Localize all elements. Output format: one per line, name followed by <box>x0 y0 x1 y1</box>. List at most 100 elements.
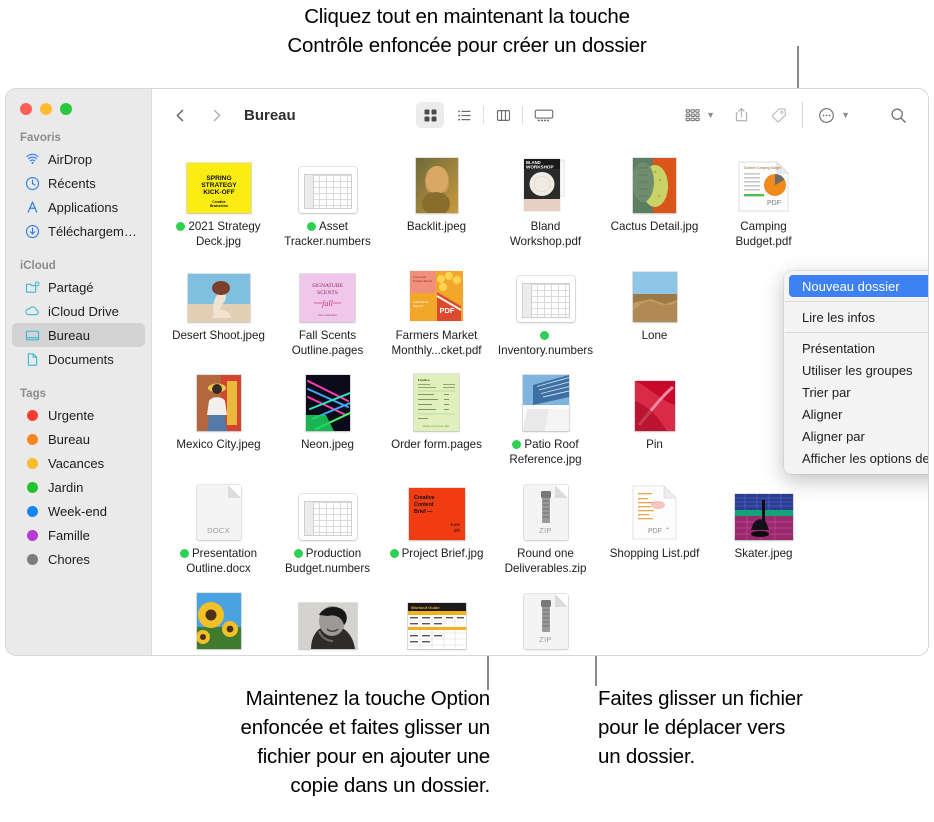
svg-text:fall: fall <box>322 299 333 308</box>
icon-view-button[interactable] <box>416 102 445 128</box>
file-item[interactable]: Production Budget.numbers <box>273 480 382 589</box>
file-item[interactable] <box>164 589 273 655</box>
tag-button[interactable] <box>765 102 793 128</box>
thumbnail: BLAND WORKSHOP <box>491 153 600 213</box>
menu-item-lire-les-infos[interactable]: Lire les infos <box>789 306 928 328</box>
sidebar-item-tag-urgente[interactable]: Urgente <box>12 403 145 427</box>
minimize-button[interactable] <box>40 103 52 115</box>
sidebar-item-documents[interactable]: Documents <box>12 347 145 371</box>
file-item[interactable]: Asset Tracker.numbers <box>273 153 382 262</box>
file-item[interactable]: DOCX Presentation Outline.docx <box>164 480 273 589</box>
chevron-down-icon[interactable]: ▼ <box>841 110 850 120</box>
maximize-button[interactable] <box>60 103 72 115</box>
finder-window: Favoris AirDrop Récents Applications Tél… <box>5 88 929 656</box>
file-item[interactable]: Summer Camping Budget PDF Camping Budget… <box>709 153 818 262</box>
svg-text:STRATEGY: STRATEGY <box>201 182 237 189</box>
file-item[interactable]: ZIP Round one Deliverables.zip <box>491 480 600 589</box>
chevron-down-icon[interactable]: ▼ <box>706 110 715 120</box>
cactus-thumbnail <box>633 158 676 213</box>
file-item[interactable]: Cactus Detail.jpg <box>600 153 709 262</box>
menu-item-nouveau-dossier[interactable]: Nouveau dossier <box>789 275 928 297</box>
file-item[interactable]: PDF + Shopping List.pdf <box>600 480 709 589</box>
file-label: Presentation Outline.docx <box>167 547 270 576</box>
menu-item-trier-par[interactable]: Trier par › <box>789 381 928 403</box>
menu-item-afficher-les-options[interactable]: Afficher les options de présentation <box>789 447 928 469</box>
file-item[interactable]: Inventory.numbers <box>491 262 600 371</box>
sidebar-section-favoris: Favoris <box>20 132 61 144</box>
gallery-view-button[interactable] <box>528 102 560 128</box>
file-item[interactable]: SPRING STRATEGY KICK-OFF Creative Brains… <box>164 153 273 262</box>
group-by-button[interactable] <box>681 102 705 128</box>
close-button[interactable] <box>20 103 32 115</box>
numbers-thumbnail <box>516 276 575 322</box>
sidebar-item-bureau[interactable]: Bureau <box>12 323 145 347</box>
sidebar-section-tags: Tags <box>20 388 46 400</box>
thumbnail <box>273 589 382 649</box>
file-item[interactable]: Creative Content Brief — June 4th Projec… <box>382 480 491 589</box>
sidebar-item-recents[interactable]: Récents <box>12 171 145 195</box>
menu-item-aligner-par[interactable]: Aligner par › <box>789 425 928 447</box>
sidebar-item-applications[interactable]: Applications <box>12 195 145 219</box>
sidebar-item-tag-jardin[interactable]: Jardin <box>12 475 145 499</box>
sidebar-item-partage[interactable]: Partagé <box>12 275 145 299</box>
file-item[interactable]: Neon.jpeg <box>273 371 382 480</box>
context-menu[interactable]: Nouveau dossier Lire les infos Présentat… <box>784 271 928 474</box>
thumbnail <box>600 589 709 649</box>
more-actions-button[interactable] <box>812 102 840 128</box>
back-button[interactable] <box>166 102 194 128</box>
file-item[interactable]: Freshco Thank you for your order Order f… <box>382 371 491 480</box>
applications-icon <box>24 199 40 215</box>
skater-thumbnail <box>734 494 793 540</box>
tag-dot-icon <box>512 440 522 449</box>
file-row: SPRING STRATEGY KICK-OFF Creative Brains… <box>152 153 928 262</box>
menu-item-aligner[interactable]: Aligner <box>789 403 928 425</box>
tag-dot-icon <box>24 455 40 471</box>
sidebar-item-downloads[interactable]: Téléchargements <box>12 219 145 243</box>
menu-item-presentation[interactable]: Présentation › <box>789 337 928 359</box>
list-view-button[interactable] <box>450 102 478 128</box>
spring-strategy-thumbnail: SPRING STRATEGY KICK-OFF Creative Brains… <box>186 163 251 213</box>
farmers-market-thumbnail: Luna Falls Farmers Market LUNA FALLS May… <box>409 270 463 322</box>
tag-dot-icon <box>24 527 40 543</box>
file-item[interactable] <box>709 589 818 655</box>
file-item[interactable]: Workout Guide <box>382 589 491 655</box>
column-view-button[interactable] <box>489 102 517 128</box>
docx-thumbnail: DOCX <box>196 485 241 540</box>
mexico-city-thumbnail <box>196 375 241 431</box>
file-item[interactable]: Backlit.jpeg <box>382 153 491 262</box>
sidebar-item-tag-famille[interactable]: Famille <box>12 523 145 547</box>
sidebar-item-icloud-drive[interactable]: iCloud Drive <box>12 299 145 323</box>
forward-button[interactable] <box>202 102 230 128</box>
sidebar-item-label: Documents <box>48 351 114 367</box>
file-item[interactable]: SIGNATURE SCENTS fall new collection Fal… <box>273 262 382 371</box>
sidebar-item-airdrop[interactable]: AirDrop <box>12 147 145 171</box>
window-controls <box>6 89 151 115</box>
file-item[interactable] <box>600 589 709 655</box>
file-label: Production Budget.numbers <box>284 547 371 575</box>
sidebar-item-tag-bureau[interactable]: Bureau <box>12 427 145 451</box>
file-item[interactable]: Skater.jpeg <box>709 480 818 589</box>
svg-text:+: + <box>666 526 669 532</box>
file-item[interactable]: ZIP <box>491 589 600 655</box>
file-item[interactable] <box>273 589 382 655</box>
svg-text:Farmers Market: Farmers Market <box>413 279 432 283</box>
svg-text:SCENTS: SCENTS <box>317 290 338 296</box>
menu-item-utiliser-les-groupes[interactable]: Utiliser les groupes <box>789 359 928 381</box>
sidebar-item-tag-week-end[interactable]: Week-end <box>12 499 145 523</box>
file-item[interactable]: Luna Falls Farmers Market LUNA FALLS May… <box>382 262 491 371</box>
file-item[interactable]: BLAND WORKSHOP Bland Workshop.pdf <box>491 153 600 262</box>
file-item[interactable]: Pin <box>600 371 709 480</box>
svg-text:SPRING: SPRING <box>206 175 231 182</box>
file-item[interactable]: Lone <box>600 262 709 371</box>
file-item[interactable]: Patio Roof Reference.jpg <box>491 371 600 480</box>
order-form-thumbnail: Freshco Thank you for your order <box>414 374 459 431</box>
file-item[interactable]: Mexico City.jpeg <box>164 371 273 480</box>
tag-dot-icon <box>179 549 189 558</box>
search-button[interactable] <box>884 102 912 128</box>
file-label: Cactus Detail.jpg <box>610 220 699 233</box>
menu-separator <box>785 332 928 333</box>
sidebar-item-tag-chores[interactable]: Chores <box>12 547 145 571</box>
file-item[interactable]: Desert Shoot.jpeg <box>164 262 273 371</box>
sidebar-item-tag-vacances[interactable]: Vacances <box>12 451 145 475</box>
share-button[interactable] <box>727 102 755 128</box>
